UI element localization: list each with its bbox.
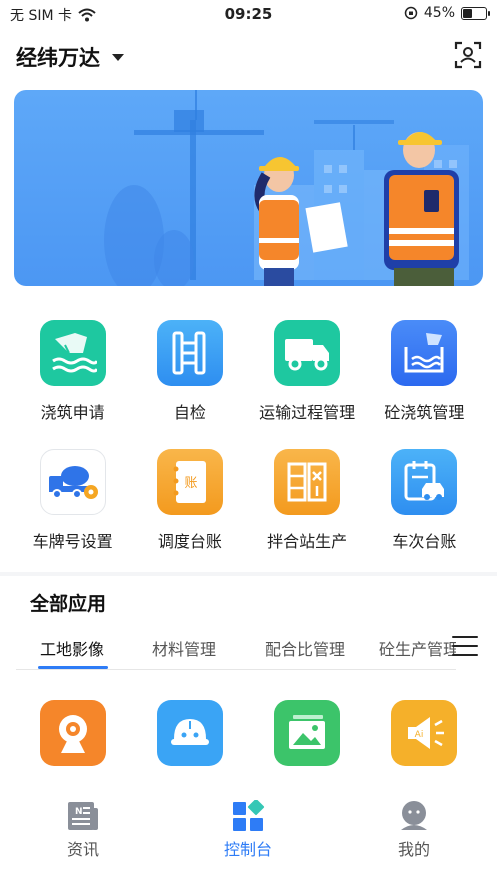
news-icon: N [68, 802, 98, 830]
dashboard-icon [233, 800, 265, 831]
app-label: 车牌号设置 [32, 532, 113, 551]
helmet-icon [156, 700, 223, 766]
tab-concrete-production[interactable]: 砼生产管理 [379, 636, 456, 660]
all-apps-tabs: 工地影像 材料管理 配合比管理 砼生产管理 [16, 626, 456, 670]
pouring-icon [39, 320, 106, 386]
all-apps-title: 全部应用 [30, 593, 107, 615]
tabbar-item-profile[interactable]: 我的 [364, 800, 464, 860]
menu-icon[interactable] [452, 636, 478, 658]
battery-level [463, 8, 472, 18]
app-pouring-request[interactable]: 浇筑申请 [14, 320, 131, 423]
app-transport-management[interactable]: 运输过程管理 [249, 320, 366, 423]
battery-percent: 45% [423, 5, 455, 21]
profile-icon [401, 801, 427, 830]
quick-apps-grid: 浇筑申请 自检 运输过程管理 砼浇筑管理 车牌号设置 账 调度台账 拌合站生产 … [14, 320, 483, 552]
company-name: 经纬万达 [16, 46, 100, 70]
tabbar-item-news[interactable]: N 资讯 [33, 800, 133, 860]
tabbar-label: 资讯 [66, 840, 99, 859]
construction-workers-illustration [104, 90, 469, 286]
tabbar-label: 控制台 [223, 840, 272, 859]
app-mixing-station[interactable]: 拌合站生产 [249, 449, 366, 552]
app-label: 运输过程管理 [259, 403, 356, 422]
app-label: 车次台账 [392, 532, 457, 551]
app-trip-ledger[interactable]: 车次台账 [366, 449, 483, 552]
company-selector[interactable]: 经纬万达 [16, 42, 124, 72]
vehicle-trip-icon [391, 449, 458, 515]
app-plate-settings[interactable]: 车牌号设置 [14, 449, 131, 552]
app-gallery[interactable] [249, 700, 366, 766]
app-label: 自检 [173, 403, 206, 422]
status-right: 45% [404, 5, 490, 21]
ai-broadcast-icon: Ai [391, 700, 458, 766]
app-dispatch-ledger[interactable]: 账 调度台账 [131, 449, 248, 552]
concrete-pour-icon [391, 320, 458, 386]
svg-text:账: 账 [184, 476, 197, 491]
header: 经纬万达 [0, 38, 497, 78]
tabbar-item-dashboard[interactable]: 控制台 [198, 800, 298, 860]
mixing-station-icon [274, 449, 341, 515]
all-apps-grid: Ai [14, 700, 483, 766]
banner[interactable] [14, 90, 483, 286]
tabbar-label: 我的 [397, 840, 430, 859]
svg-text:Ai: Ai [415, 730, 424, 740]
app-label: 拌合站生产 [267, 532, 348, 551]
ledger-icon: 账 [156, 449, 223, 515]
app-self-check[interactable]: 自检 [131, 320, 248, 423]
battery-icon [461, 6, 490, 20]
tab-site-images[interactable]: 工地影像 [40, 636, 104, 660]
tab-materials[interactable]: 材料管理 [152, 636, 216, 660]
app-helmet[interactable] [131, 700, 248, 766]
active-tab-indicator [38, 666, 108, 669]
app-label: 调度台账 [157, 532, 222, 551]
app-camera[interactable] [14, 700, 131, 766]
tab-mix-ratio[interactable]: 配合比管理 [265, 636, 345, 660]
checklist-icon [156, 320, 223, 386]
caret-down-icon [112, 53, 124, 61]
app-ai-broadcast[interactable]: Ai [366, 700, 483, 766]
mixer-truck-icon [39, 449, 106, 515]
app-label: 浇筑申请 [40, 403, 105, 422]
scan-icon[interactable] [453, 40, 483, 70]
gallery-icon [274, 700, 341, 766]
camera-icon [39, 700, 106, 766]
status-bar: 无 SIM 卡 09:25 45% [0, 0, 497, 26]
bottom-tab-bar: N 资讯 控制台 我的 [0, 790, 497, 883]
truck-icon [274, 320, 341, 386]
app-concrete-pouring[interactable]: 砼浇筑管理 [366, 320, 483, 423]
svg-text:N: N [75, 807, 83, 817]
orientation-lock-icon [404, 6, 418, 20]
app-label: 砼浇筑管理 [384, 403, 465, 422]
